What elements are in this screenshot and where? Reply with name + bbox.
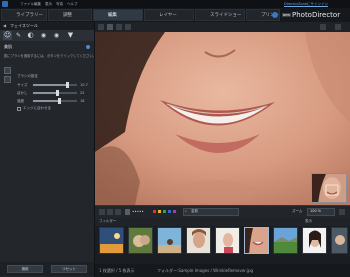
- navigator-image: [312, 174, 346, 202]
- strength-slider-knob[interactable]: [57, 98, 61, 104]
- face-shape-icon[interactable]: ◐: [26, 31, 35, 40]
- label-yellow-icon[interactable]: [158, 210, 161, 213]
- label-green-icon[interactable]: [163, 210, 166, 213]
- hand-tool-icon[interactable]: [335, 24, 341, 30]
- menu-file[interactable]: ファイル: [20, 2, 34, 7]
- feather-slider-knob[interactable]: [55, 90, 59, 96]
- face-skin-icon[interactable]: ☺: [3, 31, 12, 40]
- rotate-right-icon[interactable]: [115, 209, 121, 215]
- strength-slider[interactable]: [33, 98, 77, 104]
- flag-icon[interactable]: [125, 209, 130, 215]
- zoom-value: 100 %: [310, 209, 322, 213]
- filmstrip-thumb[interactable]: [273, 227, 298, 254]
- app-logo-icon: [2, 1, 8, 7]
- eye-icon[interactable]: ◉: [39, 31, 48, 40]
- eye-alt-icon[interactable]: ◉: [52, 31, 61, 40]
- photo-view: [95, 22, 350, 205]
- filmstrip-thumb[interactable]: [157, 227, 182, 254]
- brush-settings-label: ブラシの設定: [17, 74, 38, 78]
- filter-label: フィルター: [99, 219, 117, 223]
- filmstrip-thumb[interactable]: [331, 227, 348, 254]
- panel-actions: 適用 リセット: [0, 262, 94, 276]
- back-arrow-icon[interactable]: ◀: [3, 24, 6, 28]
- tab-adjust[interactable]: 調整: [48, 9, 92, 21]
- version-badge: NEW: [282, 13, 292, 17]
- size-slider[interactable]: [33, 82, 77, 88]
- filmstrip-toggle-icon[interactable]: [99, 209, 105, 215]
- strength-slider-fill: [33, 100, 60, 102]
- size-value: 10.7: [80, 83, 88, 87]
- reset-button[interactable]: リセット: [51, 265, 87, 273]
- tool-title: フェイスツール: [10, 23, 38, 28]
- brand-logo-icon: [272, 12, 278, 18]
- rating-stars[interactable]: •••••: [132, 210, 144, 214]
- fit-view-icon[interactable]: [339, 209, 345, 215]
- brush-erase-icon[interactable]: [4, 76, 11, 83]
- split-view-icon[interactable]: [125, 24, 131, 30]
- filmstrip-thumb[interactable]: [302, 227, 327, 254]
- feather-value: 25: [80, 91, 85, 95]
- brand-name: PhotoDirector: [292, 11, 341, 19]
- view-label: 表示: [305, 219, 312, 223]
- navigator-thumbnail[interactable]: [311, 173, 347, 203]
- tab-library[interactable]: ライブラリー: [1, 9, 47, 21]
- menu-edit[interactable]: 編集: [34, 2, 41, 7]
- filmstrip-toolbar: ••••• 名前 ⌕ ズーム 100 %: [95, 205, 350, 219]
- apply-button[interactable]: 適用: [7, 265, 43, 273]
- size-slider-knob[interactable]: [65, 82, 69, 88]
- search-icon: ⌕: [185, 209, 187, 213]
- menu-view[interactable]: 表示: [45, 2, 52, 7]
- selection-status: 1 枚選択 / 5 枚表示: [99, 268, 135, 273]
- filmstrip: フィルター 表示: [95, 218, 350, 264]
- zoom-label: ズーム: [292, 209, 303, 213]
- face-tool-modes: ☺ ✎ ◐ ◉ ◉ ▼: [0, 30, 94, 41]
- filmstrip-thumb-selected[interactable]: [244, 227, 269, 254]
- rotate-left-icon[interactable]: [107, 209, 113, 215]
- filmstrip-thumb[interactable]: [99, 227, 124, 254]
- menu-photo[interactable]: 写真: [56, 2, 63, 7]
- menu-bar: ファイル 編集 表示 写真 ヘルプ DirectorZoneにサインイン –□×: [0, 0, 350, 17]
- single-view-icon[interactable]: [107, 24, 113, 30]
- view-toolbar: [95, 22, 350, 32]
- tab-layers[interactable]: レイヤー: [144, 9, 194, 21]
- edge-checkbox[interactable]: [17, 107, 21, 111]
- strength-label: 強度: [17, 99, 24, 103]
- label-blue-icon[interactable]: [168, 210, 171, 213]
- left-panel: ◀ フェイスツール ☺ ✎ ◐ ◉ ◉ ▼ 美肌 肌にブラシを適用するには、ボタ…: [0, 22, 97, 277]
- filmstrip-thumb[interactable]: [128, 227, 153, 254]
- info-icon[interactable]: [86, 45, 90, 49]
- tab-edit[interactable]: 編集: [93, 9, 143, 21]
- hint-text: 肌にブラシを適用するには、ボタンをクリックしてください。: [4, 54, 97, 58]
- brush-settings: ブラシの設定 サイズ 10.7 ぼかし 25 強度 18 エッジに合わせる: [3, 66, 91, 120]
- label-purple-icon[interactable]: [173, 210, 176, 213]
- module-tabs: ライブラリー 調整 編集 レイヤー スライドショー プリント NEW Photo…: [0, 8, 350, 22]
- filmstrip-thumb[interactable]: [186, 227, 211, 254]
- feather-label: ぼかし: [17, 91, 28, 95]
- size-label: サイズ: [17, 83, 28, 87]
- zoom-tool-icon[interactable]: [320, 24, 326, 30]
- size-slider-fill: [33, 84, 68, 86]
- panel-toggle-icon[interactable]: [98, 24, 104, 30]
- status-bar: 1 枚選択 / 5 枚表示 フォルダー:Sample Images / Wrin…: [95, 264, 350, 277]
- brush-icon[interactable]: ✎: [14, 31, 23, 40]
- brush-add-icon[interactable]: [4, 67, 11, 74]
- strength-value: 18: [80, 99, 85, 103]
- filmstrip-thumb[interactable]: [215, 227, 240, 254]
- filmstrip-filter-bar: フィルター 表示: [95, 218, 350, 226]
- edge-checkbox-label: エッジに合わせる: [23, 106, 51, 110]
- sort-dropdown-label: 名前: [191, 209, 198, 213]
- label-red-icon[interactable]: [153, 210, 156, 213]
- tool-header: ◀ フェイスツール: [0, 22, 94, 30]
- file-path: フォルダー:Sample Images / WrinkleRemover.jpg: [157, 268, 254, 273]
- signin-link[interactable]: DirectorZoneにサインイン: [284, 2, 328, 7]
- tab-slideshow[interactable]: スライドショー: [195, 9, 245, 21]
- compare-view-icon[interactable]: [116, 24, 122, 30]
- menu-help[interactable]: ヘルプ: [67, 2, 78, 7]
- feather-slider[interactable]: [33, 90, 77, 96]
- teeth-icon[interactable]: ▼: [66, 31, 75, 40]
- feather-slider-fill: [33, 92, 58, 94]
- section-title: 美肌: [4, 44, 12, 49]
